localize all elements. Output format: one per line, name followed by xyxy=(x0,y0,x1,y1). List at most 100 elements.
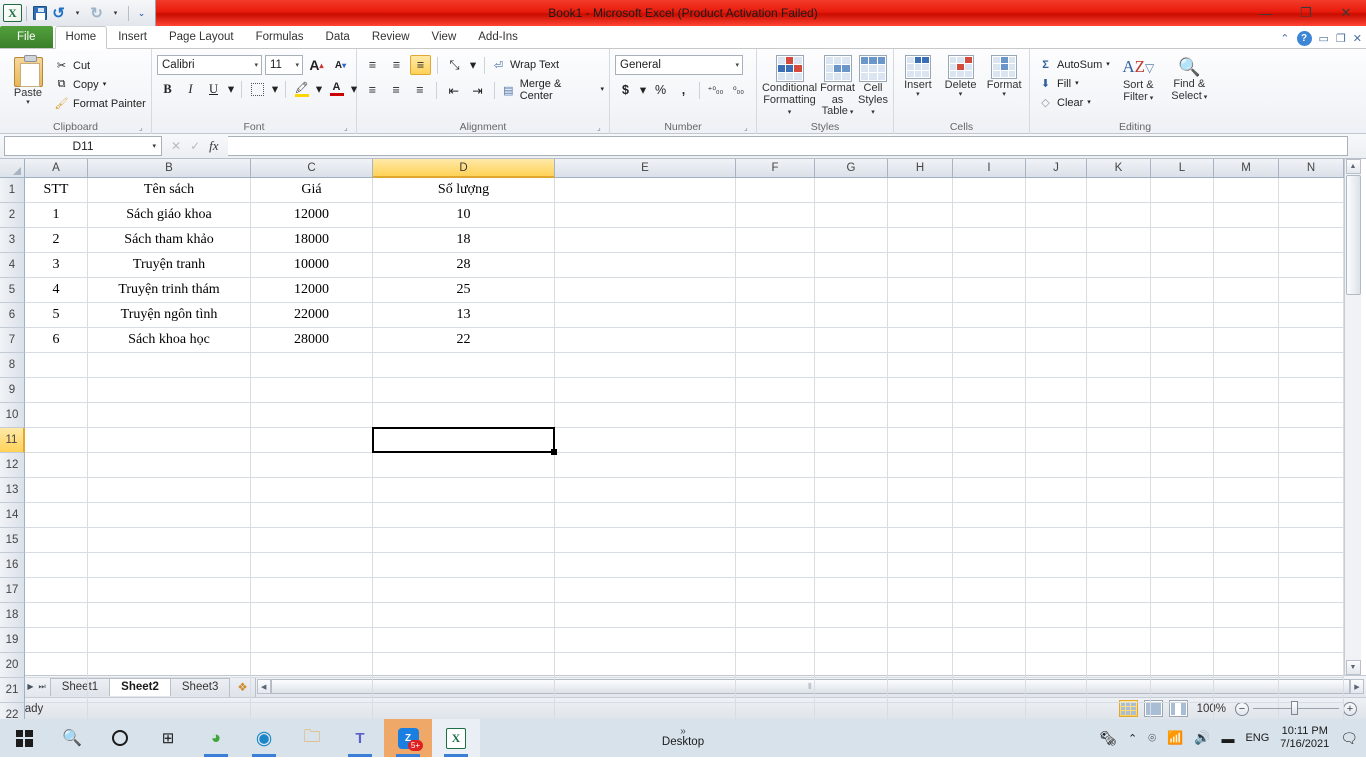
orientation-dropdown-icon[interactable]: ▾ xyxy=(468,55,478,75)
cell-M10[interactable] xyxy=(1214,403,1279,428)
cell-D19[interactable] xyxy=(373,628,555,653)
cell-F1[interactable] xyxy=(736,178,815,203)
cell-F17[interactable] xyxy=(736,578,815,603)
cell-H10[interactable] xyxy=(888,403,953,428)
cell-F13[interactable] xyxy=(736,478,815,503)
cell-E8[interactable] xyxy=(555,353,736,378)
cell-G19[interactable] xyxy=(815,628,888,653)
cell-L4[interactable] xyxy=(1151,253,1214,278)
chevron-down-icon[interactable]: ▾ xyxy=(848,109,853,116)
insert-function-icon[interactable]: fx xyxy=(209,138,218,154)
format-dropdown-icon[interactable]: ▾ xyxy=(1002,92,1006,98)
cell-F3[interactable] xyxy=(736,228,815,253)
cell-K20[interactable] xyxy=(1087,653,1151,678)
cell-G18[interactable] xyxy=(815,603,888,628)
cell-E11[interactable] xyxy=(555,428,736,453)
column-header-H[interactable]: H xyxy=(888,159,953,178)
cell-E13[interactable] xyxy=(555,478,736,503)
row-header-18[interactable]: 18 xyxy=(0,603,25,628)
zoom-track[interactable] xyxy=(1253,708,1339,709)
cell-A18[interactable] xyxy=(25,603,88,628)
cell-F6[interactable] xyxy=(736,303,815,328)
cell-G21[interactable] xyxy=(815,678,888,703)
cell-J2[interactable] xyxy=(1026,203,1087,228)
cell-M17[interactable] xyxy=(1214,578,1279,603)
cell-H1[interactable] xyxy=(888,178,953,203)
cell-J17[interactable] xyxy=(1026,578,1087,603)
cell-N15[interactable] xyxy=(1279,528,1344,553)
cell-C5[interactable]: 12000 xyxy=(251,278,373,303)
tab-page-layout[interactable]: Page Layout xyxy=(158,27,245,48)
collapse-ribbon-icon[interactable]: ⌃ xyxy=(1280,32,1289,45)
cell-K10[interactable] xyxy=(1087,403,1151,428)
cell-B17[interactable] xyxy=(88,578,251,603)
cell-G12[interactable] xyxy=(815,453,888,478)
cell-E19[interactable] xyxy=(555,628,736,653)
cell-N8[interactable] xyxy=(1279,353,1344,378)
cell-B14[interactable] xyxy=(88,503,251,528)
cell-K1[interactable] xyxy=(1087,178,1151,203)
cell-E2[interactable] xyxy=(555,203,736,228)
column-header-D[interactable]: D xyxy=(373,159,555,178)
cell-K12[interactable] xyxy=(1087,453,1151,478)
row-header-4[interactable]: 4 xyxy=(0,253,25,278)
cell-J4[interactable] xyxy=(1026,253,1087,278)
column-header-J[interactable]: J xyxy=(1026,159,1087,178)
desktop-overflow-icon[interactable]: » xyxy=(0,728,1366,736)
cell-I18[interactable] xyxy=(953,603,1026,628)
restore-window-icon[interactable]: ❐ xyxy=(1336,32,1346,45)
cell-B12[interactable] xyxy=(88,453,251,478)
cell-D12[interactable] xyxy=(373,453,555,478)
cell-B20[interactable] xyxy=(88,653,251,678)
redo-icon[interactable]: ↻ xyxy=(88,5,105,22)
cell-C16[interactable] xyxy=(251,553,373,578)
quick-access-toolbar[interactable]: X ↺ ▾ ↻ ▾ ⌄ xyxy=(0,0,156,26)
cell-F10[interactable] xyxy=(736,403,815,428)
cell-H20[interactable] xyxy=(888,653,953,678)
grow-font-button[interactable]: A ▴ xyxy=(306,55,327,75)
cell-D16[interactable] xyxy=(373,553,555,578)
vertical-scroll-thumb[interactable] xyxy=(1346,175,1361,295)
cell-L13[interactable] xyxy=(1151,478,1214,503)
tab-file[interactable]: File xyxy=(0,26,53,48)
cell-E20[interactable] xyxy=(555,653,736,678)
row-header-9[interactable]: 9 xyxy=(0,378,25,403)
cell-B4[interactable]: Truyện tranh xyxy=(88,253,251,278)
cell-G17[interactable] xyxy=(815,578,888,603)
row-header-8[interactable]: 8 xyxy=(0,353,25,378)
excel-app-icon[interactable]: X xyxy=(3,4,22,22)
cell-F20[interactable] xyxy=(736,653,815,678)
row-header-17[interactable]: 17 xyxy=(0,578,25,603)
cell-L5[interactable] xyxy=(1151,278,1214,303)
increase-indent-icon[interactable]: ⇥ xyxy=(467,80,488,100)
row-header-7[interactable]: 7 xyxy=(0,328,25,353)
cell-H3[interactable] xyxy=(888,228,953,253)
cell-K6[interactable] xyxy=(1087,303,1151,328)
cell-G9[interactable] xyxy=(815,378,888,403)
number-format-combobox[interactable]: General ▾ xyxy=(615,55,743,75)
cell-M6[interactable] xyxy=(1214,303,1279,328)
cell-N1[interactable] xyxy=(1279,178,1344,203)
cell-C20[interactable] xyxy=(251,653,373,678)
delete-cells-button[interactable]: Delete ▾ xyxy=(941,54,981,98)
cell-K8[interactable] xyxy=(1087,353,1151,378)
cell-A9[interactable] xyxy=(25,378,88,403)
cell-J15[interactable] xyxy=(1026,528,1087,553)
percent-icon[interactable]: % xyxy=(650,80,671,100)
paste-button[interactable]: Paste ▾ xyxy=(5,53,51,106)
cell-H17[interactable] xyxy=(888,578,953,603)
bold-button[interactable]: B xyxy=(157,79,178,99)
cell-A19[interactable] xyxy=(25,628,88,653)
cell-H19[interactable] xyxy=(888,628,953,653)
cell-M13[interactable] xyxy=(1214,478,1279,503)
cell-J13[interactable] xyxy=(1026,478,1087,503)
cell-C11[interactable] xyxy=(251,428,373,453)
cell-L16[interactable] xyxy=(1151,553,1214,578)
minimize-button[interactable]: — xyxy=(1246,0,1286,26)
cell-J10[interactable] xyxy=(1026,403,1087,428)
column-header-E[interactable]: E xyxy=(555,159,736,178)
cell-I14[interactable] xyxy=(953,503,1026,528)
cell-E18[interactable] xyxy=(555,603,736,628)
format-cells-button[interactable]: Format ▾ xyxy=(984,54,1024,98)
align-left-icon[interactable]: ≡ xyxy=(362,80,383,100)
